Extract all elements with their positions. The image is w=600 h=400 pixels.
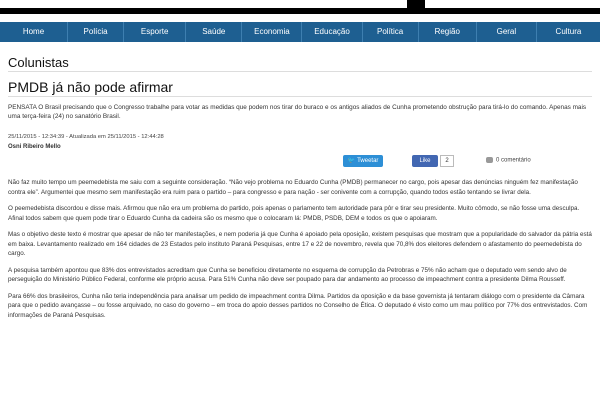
facebook-like-label: Like <box>419 158 431 164</box>
twitter-bird-icon: 🐦 <box>347 158 356 164</box>
top-bar <box>0 0 600 14</box>
nav-item-regiao[interactable]: Região <box>419 22 477 42</box>
search-input[interactable] <box>0 0 407 8</box>
article-body: Não faz muito tempo um peemedebista me s… <box>8 178 592 327</box>
nav-item-cultura[interactable]: Cultura <box>537 22 600 42</box>
lead-kicker: PENSATA <box>8 104 37 111</box>
article-author[interactable]: Osni Ribeiro Mello <box>8 144 61 150</box>
comments-label: 0 comentário <box>496 157 531 164</box>
lead-text: O Brasil precisando que o Congresso trab… <box>8 104 587 120</box>
tweet-label: Tweetar <box>357 158 379 164</box>
article-lead: PENSATA O Brasil precisando que o Congre… <box>8 103 592 121</box>
tweet-button[interactable]: 🐦 Tweetar <box>343 155 383 167</box>
article-paragraph: A pesquisa também apontou que 83% dos en… <box>8 266 567 284</box>
nav-item-home[interactable]: Home <box>0 22 68 42</box>
divider <box>8 71 592 72</box>
facebook-like-button[interactable]: Like <box>412 155 438 167</box>
article-paragraph: Mas o objetivo deste texto é mostrar que… <box>8 231 592 257</box>
nav-item-policia[interactable]: Polícia <box>68 22 125 42</box>
divider <box>8 96 592 97</box>
nav-item-educacao[interactable]: Educação <box>302 22 363 42</box>
facebook-like-count: 2 <box>440 155 454 167</box>
nav-item-saude[interactable]: Saúde <box>186 22 243 42</box>
nav-item-geral[interactable]: Geral <box>477 22 537 42</box>
section-title: Colunistas <box>8 55 69 70</box>
search-button[interactable] <box>425 0 600 8</box>
article-dates: 25/11/2015 - 12:34:39 - Atualizada em 25… <box>8 134 164 140</box>
comments-link[interactable]: 0 comentário <box>486 157 531 164</box>
nav-item-esporte[interactable]: Esporte <box>124 22 187 42</box>
main-nav: Home Polícia Esporte Saúde Economia Educ… <box>0 22 600 42</box>
nav-item-economia[interactable]: Economia <box>242 22 303 42</box>
article-paragraph: O peemedebista discordou e disse mais. A… <box>8 205 580 222</box>
comment-bubble-icon <box>486 157 493 163</box>
article-headline: PMDB já não pode afirmar <box>8 79 173 95</box>
nav-item-politica[interactable]: Política <box>363 22 419 42</box>
article-paragraph: Não faz muito tempo um peemedebista me s… <box>8 179 578 196</box>
article-paragraph: Para 66% dos brasileiros, Cunha não teri… <box>8 292 588 319</box>
